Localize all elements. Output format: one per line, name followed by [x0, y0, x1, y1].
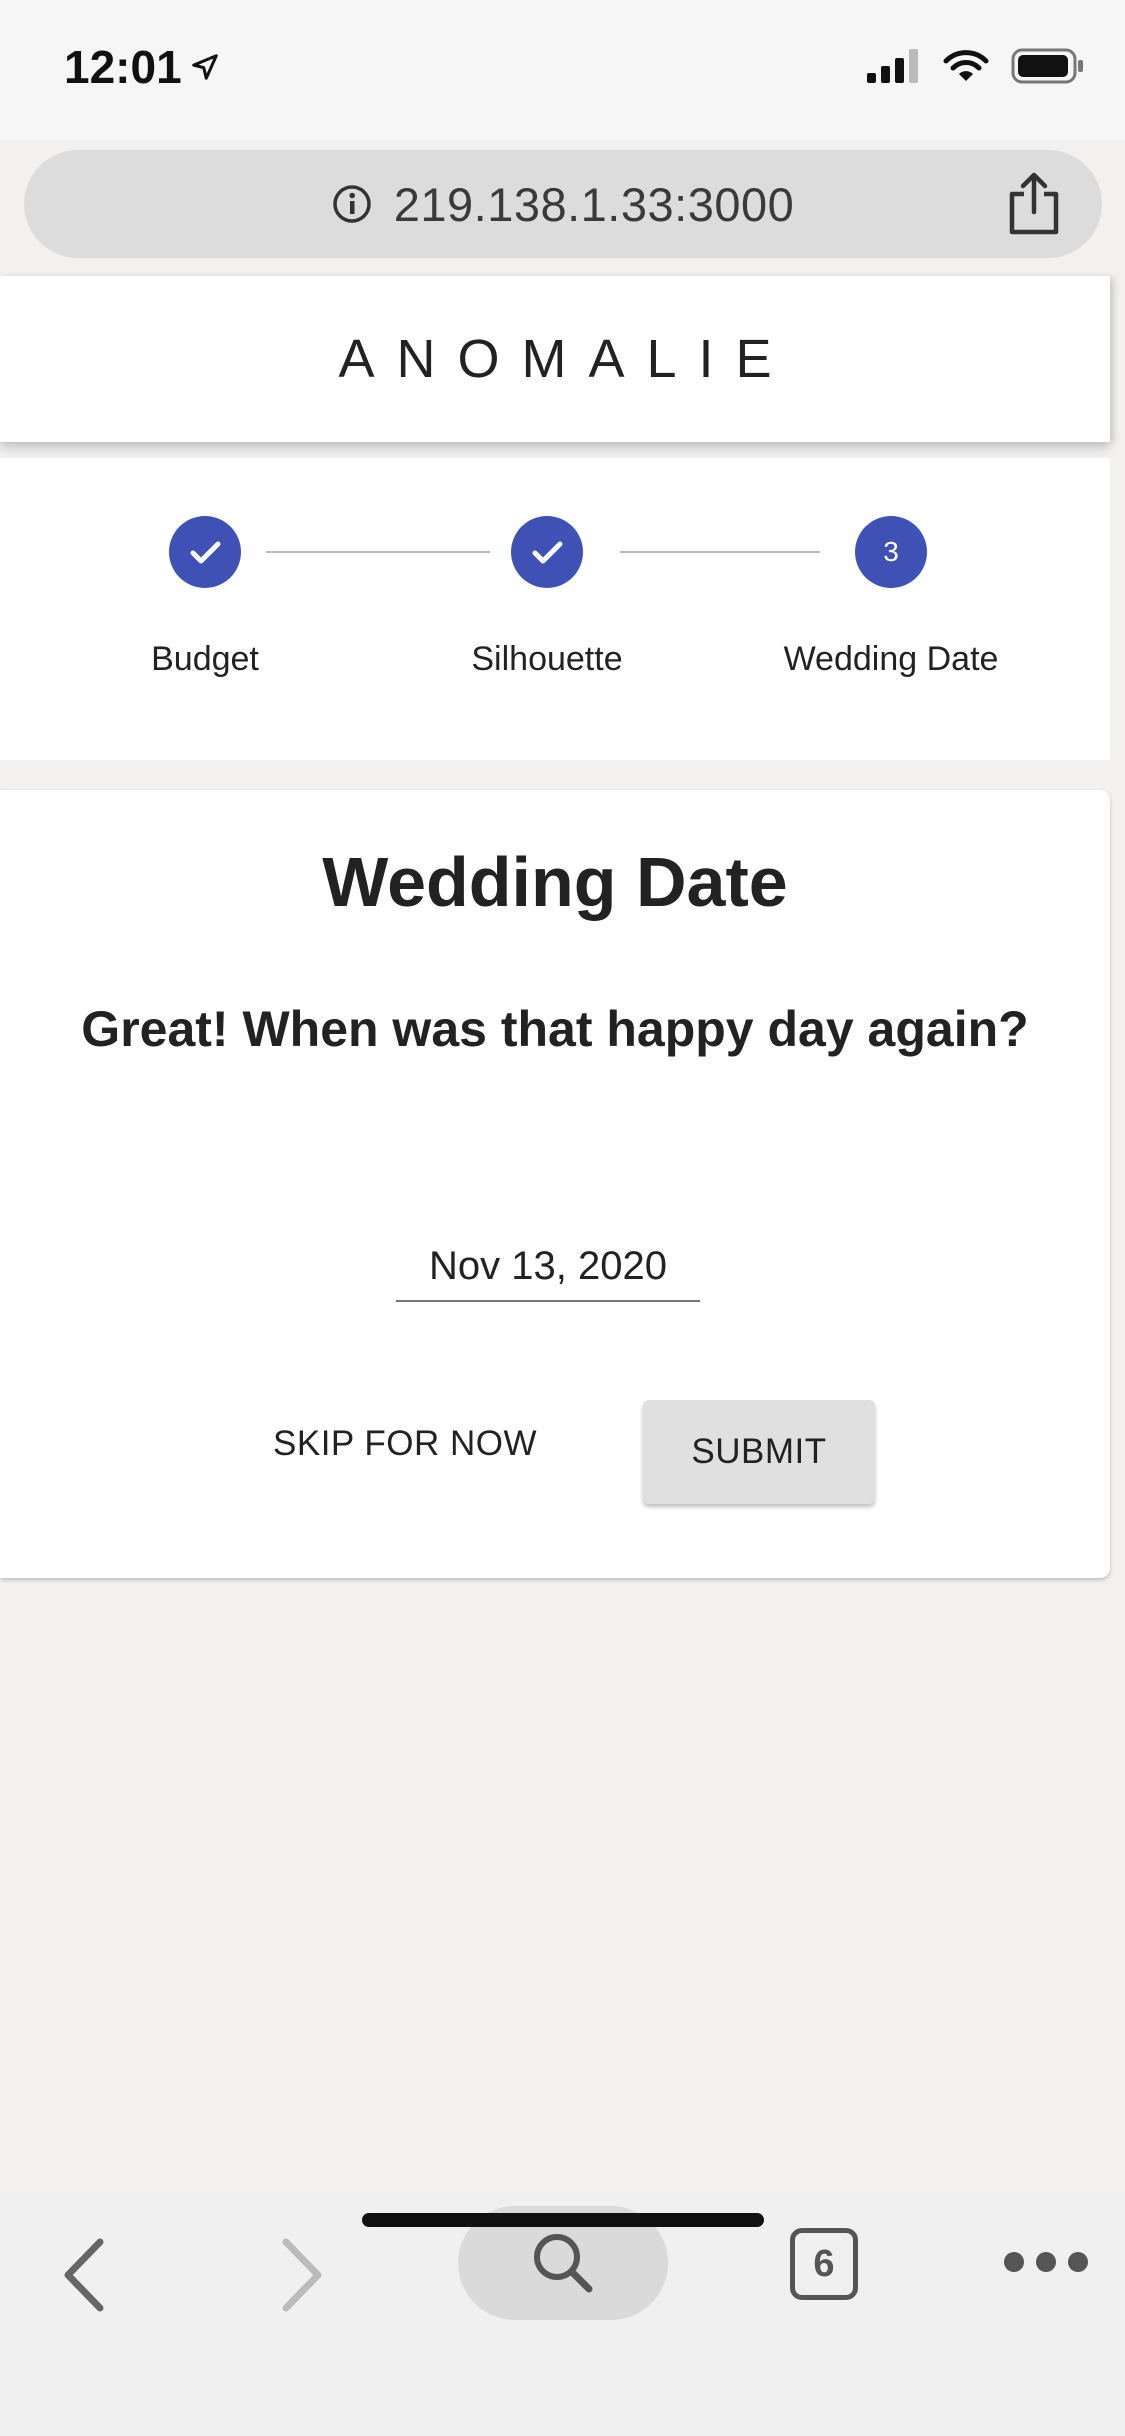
more-dot: [1068, 2252, 1088, 2272]
info-icon[interactable]: [332, 184, 372, 224]
back-icon[interactable]: [54, 2230, 114, 2320]
tabs-button[interactable]: 6: [790, 2228, 858, 2300]
location-arrow-icon: [191, 54, 218, 80]
step-connector: [266, 551, 490, 553]
status-icons: [867, 48, 1085, 84]
more-dot: [1036, 2252, 1056, 2272]
status-time: 12:01: [64, 41, 182, 93]
more-dot: [1004, 2252, 1024, 2272]
progress-stepper: 3 Budget Silhouette Wedding Date: [0, 458, 1110, 760]
wifi-icon: [943, 50, 989, 81]
check-icon: [190, 541, 221, 564]
step-label-budget: Budget: [151, 640, 259, 678]
status-time-group: 12:01: [64, 40, 220, 94]
search-icon: [534, 2234, 593, 2293]
tab-count: 6: [813, 2242, 835, 2285]
step-2-complete-indicator[interactable]: [511, 516, 583, 588]
step-number: 3: [883, 536, 899, 567]
card-question: Great! When was that happy day again?: [81, 1001, 1029, 1057]
card-title: Wedding Date: [322, 843, 788, 921]
brand-logo-text[interactable]: ANOMALIE: [316, 328, 793, 390]
app-header: ANOMALIE: [0, 276, 1110, 442]
wedding-date-input[interactable]: [396, 1232, 700, 1302]
address-bar[interactable]: 219.138.1.33:3000: [24, 150, 1102, 258]
home-indicator: [362, 2213, 764, 2227]
more-options-icon[interactable]: [1004, 2252, 1088, 2272]
step-label-silhouette: Silhouette: [471, 640, 623, 678]
wedding-date-card: Wedding Date Great! When was that happy …: [0, 790, 1110, 1578]
step-connector: [620, 551, 820, 553]
step-label-wedding-date: Wedding Date: [783, 640, 999, 678]
status-bar: 12:01: [0, 0, 1125, 140]
url-text: 219.138.1.33:3000: [393, 177, 795, 231]
cellular-signal-icon: [867, 49, 918, 83]
share-icon[interactable]: [1004, 172, 1064, 236]
forward-icon[interactable]: [272, 2230, 332, 2320]
check-icon: [532, 541, 563, 564]
skip-for-now-button[interactable]: SKIP FOR NOW: [250, 1396, 560, 1492]
battery-icon: [1011, 48, 1083, 84]
address-bar-content: 219.138.1.33:3000: [24, 150, 1102, 258]
submit-button[interactable]: SUBMIT: [643, 1400, 875, 1504]
step-3-active-indicator[interactable]: 3: [855, 516, 927, 588]
step-1-complete-indicator[interactable]: [169, 516, 241, 588]
